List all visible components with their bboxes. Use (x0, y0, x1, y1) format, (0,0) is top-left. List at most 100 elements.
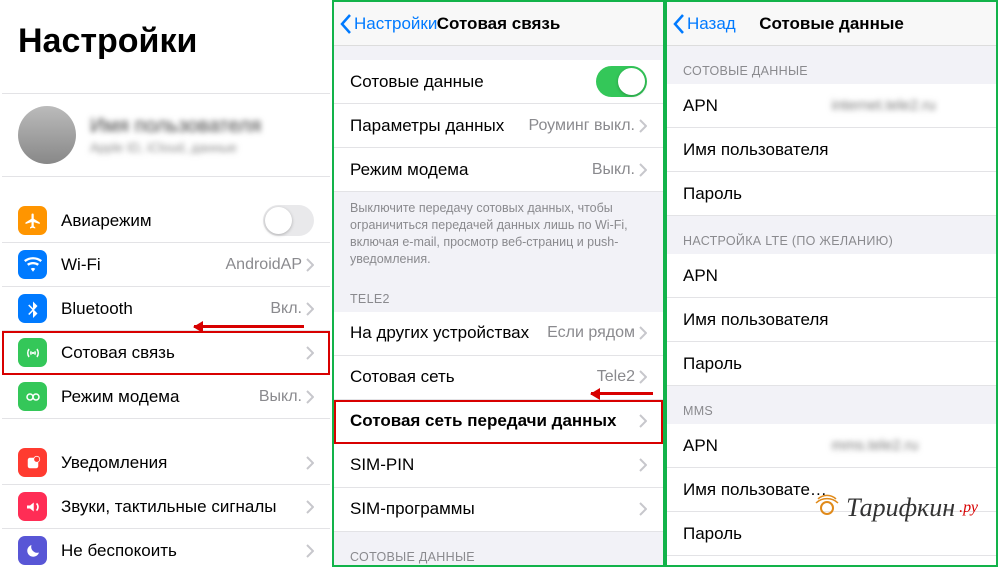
row-label: Имя пользователя (683, 310, 980, 330)
watermark-logo: Тарифкин.ру (812, 493, 978, 523)
row-value: Выкл. (592, 161, 635, 179)
chevron-right-icon (306, 258, 314, 272)
row-lte-password[interactable]: Пароль (667, 342, 996, 386)
row-value: Tele2 (597, 368, 635, 386)
row-label: Wi-Fi (61, 255, 226, 275)
row-label: APN (683, 266, 980, 286)
row-mms-apn[interactable]: APN mms.tele2.ru (667, 424, 996, 468)
annotation-arrow (591, 392, 653, 395)
row-cellular-data[interactable]: Сотовые данные (334, 60, 663, 104)
watermark-suffix: .ру (959, 499, 978, 517)
row-lte-apn[interactable]: APN (667, 254, 996, 298)
row-sounds[interactable]: Звуки, тактильные сигналы (2, 485, 330, 529)
row-cellular-data-network[interactable]: Сотовая сеть передачи данных (334, 400, 663, 444)
airplane-icon (18, 206, 47, 235)
row-value: Выкл. (259, 388, 302, 406)
page-title: Настройки (2, 2, 330, 71)
sounds-icon (18, 492, 47, 521)
row-label: APN (683, 436, 832, 456)
row-label: Пароль (683, 354, 980, 374)
group-header-tele2: TELE2 (334, 274, 663, 312)
row-label: Пароль (683, 524, 980, 544)
chevron-right-icon (306, 456, 314, 470)
back-button[interactable]: Назад (673, 14, 736, 34)
chevron-right-icon (639, 370, 647, 384)
row-label: SIM-PIN (350, 455, 639, 475)
row-apn[interactable]: APN internet.tele2.ru (667, 84, 996, 128)
cellular-icon (18, 338, 47, 367)
row-label: Сотовые данные (350, 72, 596, 92)
row-label: Уведомления (61, 453, 306, 473)
chevron-right-icon (306, 500, 314, 514)
row-personal-hotspot[interactable]: Режим модема Выкл. (334, 148, 663, 192)
profile-name: Имя пользователя (90, 115, 261, 138)
mms-apn-value: mms.tele2.ru (832, 437, 919, 454)
row-sim-apps[interactable]: SIM-программы (334, 488, 663, 532)
navbar-title: Сотовые данные (759, 14, 904, 34)
chevron-right-icon (639, 119, 647, 133)
airplane-toggle[interactable] (263, 205, 314, 236)
back-label: Назад (687, 14, 736, 34)
row-wifi[interactable]: Wi-Fi AndroidAP (2, 243, 330, 287)
row-value: Если рядом (547, 324, 635, 342)
row-password[interactable]: Пароль (667, 172, 996, 216)
row-lte-username[interactable]: Имя пользователя (667, 298, 996, 342)
profile-subtitle: Apple ID, iCloud, данные (90, 140, 261, 155)
row-label: Режим модема (61, 387, 259, 407)
bluetooth-icon (18, 294, 47, 323)
group-header: НАСТРОЙКА LTE (ПО ЖЕЛАНИЮ) (667, 216, 996, 254)
back-button[interactable]: Настройки (340, 14, 437, 34)
chevron-right-icon (639, 414, 647, 428)
chevron-right-icon (306, 346, 314, 360)
row-notifications[interactable]: Уведомления (2, 441, 330, 485)
notifications-icon (18, 448, 47, 477)
chevron-right-icon (639, 326, 647, 340)
profile-row[interactable]: Имя пользователя Apple ID, iCloud, данны… (2, 93, 330, 177)
chevron-right-icon (639, 163, 647, 177)
chevron-right-icon (306, 390, 314, 404)
chevron-right-icon (639, 458, 647, 472)
row-label: APN (683, 96, 832, 116)
chevron-right-icon (639, 502, 647, 516)
row-label: Bluetooth (61, 299, 270, 319)
row-label: Сотовая сеть передачи данных (350, 411, 639, 431)
group-header: СОТОВЫЕ ДАННЫЕ (667, 46, 996, 84)
group-header: MMS (667, 386, 996, 424)
row-other-devices[interactable]: На других устройствах Если рядом (334, 312, 663, 356)
row-label: Сотовая сеть (350, 367, 597, 387)
row-label: Имя пользователя (683, 140, 980, 160)
row-label: SIM-программы (350, 499, 639, 519)
row-label: Параметры данных (350, 116, 528, 136)
watermark-text: Тарифкин (846, 493, 955, 523)
row-label: На других устройствах (350, 323, 547, 343)
row-hotspot[interactable]: Режим модема Выкл. (2, 375, 330, 419)
navbar: Назад Сотовые данные (667, 2, 996, 46)
group-header-cellular-data: СОТОВЫЕ ДАННЫЕ (334, 532, 663, 567)
row-username[interactable]: Имя пользователя (667, 128, 996, 172)
cellular-panel: Настройки Сотовая связь Сотовые данные П… (332, 0, 665, 567)
apn-value: internet.tele2.ru (832, 97, 936, 114)
hotspot-icon (18, 382, 47, 411)
avatar (18, 106, 76, 164)
back-label: Настройки (354, 14, 437, 34)
cellular-data-toggle[interactable] (596, 66, 647, 97)
row-mmsc[interactable]: MMSC http://mmsc.tele2.ru (667, 556, 996, 567)
chevron-right-icon (306, 544, 314, 558)
annotation-arrow (194, 325, 304, 328)
row-airplane-mode[interactable]: Авиарежим (2, 199, 330, 243)
row-sim-pin[interactable]: SIM-PIN (334, 444, 663, 488)
row-value: Роуминг выкл. (528, 117, 635, 135)
group-footer: Выключите передачу сотовых данных, чтобы… (334, 192, 663, 274)
chevron-right-icon (306, 302, 314, 316)
navbar: Настройки Сотовая связь (334, 2, 663, 46)
moon-icon (18, 536, 47, 565)
row-label: Режим модема (350, 160, 592, 180)
settings-root-panel: Настройки Имя пользователя Apple ID, iCl… (0, 0, 332, 567)
row-label: Пароль (683, 184, 980, 204)
wifi-icon (18, 250, 47, 279)
row-cellular[interactable]: Сотовая связь (2, 331, 330, 375)
row-label: Звуки, тактильные сигналы (61, 497, 306, 517)
row-label: Не беспокоить (61, 541, 306, 561)
row-dnd[interactable]: Не беспокоить (2, 529, 330, 567)
row-data-options[interactable]: Параметры данных Роуминг выкл. (334, 104, 663, 148)
